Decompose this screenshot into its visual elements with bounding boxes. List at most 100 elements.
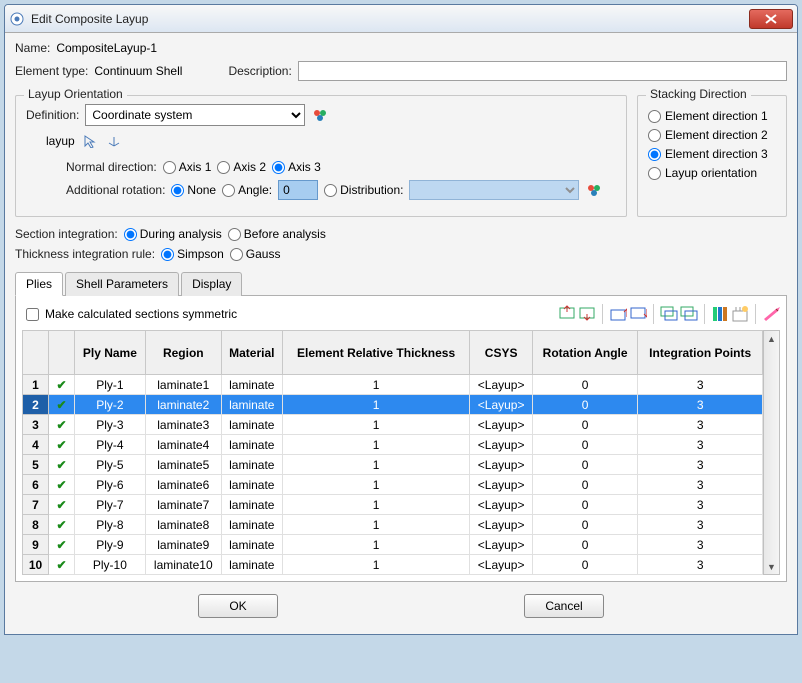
- stacking-opt1-radio[interactable]: Element direction 1: [648, 109, 776, 123]
- table-scrollbar[interactable]: ▲ ▼: [763, 330, 780, 575]
- datum-axes-icon[interactable]: [105, 132, 123, 150]
- cell-plyname[interactable]: Ply-3: [75, 415, 146, 435]
- ply-table[interactable]: Ply Name Region Material Element Relativ…: [22, 330, 763, 575]
- cell-intpts[interactable]: 3: [638, 515, 763, 535]
- cell-plyname[interactable]: Ply-7: [75, 495, 146, 515]
- table-row[interactable]: 3✔Ply-3laminate3laminate1<Layup>03: [23, 415, 763, 435]
- cell-intpts[interactable]: 3: [638, 455, 763, 475]
- row-number[interactable]: 4: [23, 435, 49, 455]
- cell-region[interactable]: laminate4: [145, 435, 221, 455]
- definition-select[interactable]: Coordinate system: [85, 104, 305, 126]
- cell-angle[interactable]: 0: [532, 435, 637, 455]
- cell-plyname[interactable]: Ply-9: [75, 535, 146, 555]
- cell-angle[interactable]: 0: [532, 415, 637, 435]
- cell-plyname[interactable]: Ply-4: [75, 435, 146, 455]
- cell-material[interactable]: laminate: [221, 495, 282, 515]
- col-csys[interactable]: CSYS: [470, 331, 533, 375]
- cell-angle[interactable]: 0: [532, 535, 637, 555]
- axis2-radio[interactable]: Axis 2: [217, 160, 266, 174]
- row-number[interactable]: 3: [23, 415, 49, 435]
- table-row[interactable]: 6✔Ply-6laminate6laminate1<Layup>03: [23, 475, 763, 495]
- cell-csys[interactable]: <Layup>: [470, 375, 533, 395]
- cell-thickness[interactable]: 1: [282, 415, 470, 435]
- row-check[interactable]: ✔: [49, 435, 75, 455]
- description-input[interactable]: [298, 61, 787, 81]
- distribution-color-icon[interactable]: [585, 181, 603, 199]
- insert-after-icon[interactable]: [578, 305, 596, 323]
- cell-material[interactable]: laminate: [221, 375, 282, 395]
- rotation-angle-input[interactable]: [278, 180, 318, 200]
- row-number[interactable]: 8: [23, 515, 49, 535]
- cell-csys[interactable]: <Layup>: [470, 395, 533, 415]
- symmetric-checkbox[interactable]: Make calculated sections symmetric: [22, 305, 237, 324]
- delete-ply-icon[interactable]: [762, 305, 780, 323]
- row-number[interactable]: 5: [23, 455, 49, 475]
- cell-plyname[interactable]: Ply-6: [75, 475, 146, 495]
- axis1-radio[interactable]: Axis 1: [163, 160, 212, 174]
- col-angle[interactable]: Rotation Angle: [532, 331, 637, 375]
- scroll-down-icon[interactable]: ▼: [764, 559, 779, 574]
- col-thickness[interactable]: Element Relative Thickness: [282, 331, 470, 375]
- row-number[interactable]: 9: [23, 535, 49, 555]
- row-check[interactable]: ✔: [49, 535, 75, 555]
- row-number[interactable]: 7: [23, 495, 49, 515]
- col-plyname[interactable]: Ply Name: [75, 331, 146, 375]
- row-number[interactable]: 2: [23, 395, 49, 415]
- col-region[interactable]: Region: [145, 331, 221, 375]
- cell-thickness[interactable]: 1: [282, 435, 470, 455]
- rotation-distribution-radio[interactable]: Distribution:: [324, 183, 403, 197]
- pattern-icon[interactable]: [711, 305, 729, 323]
- ok-button[interactable]: OK: [198, 594, 278, 618]
- row-check[interactable]: ✔: [49, 475, 75, 495]
- cell-csys[interactable]: <Layup>: [470, 495, 533, 515]
- tab-plies[interactable]: Plies: [15, 272, 63, 296]
- row-check[interactable]: ✔: [49, 375, 75, 395]
- row-check[interactable]: ✔: [49, 495, 75, 515]
- cell-region[interactable]: laminate6: [145, 475, 221, 495]
- cell-region[interactable]: laminate8: [145, 515, 221, 535]
- cell-csys[interactable]: <Layup>: [470, 455, 533, 475]
- cell-thickness[interactable]: 1: [282, 535, 470, 555]
- cell-csys[interactable]: <Layup>: [470, 475, 533, 495]
- row-number[interactable]: 6: [23, 475, 49, 495]
- cell-thickness[interactable]: 1: [282, 555, 470, 575]
- cell-csys[interactable]: <Layup>: [470, 435, 533, 455]
- cell-material[interactable]: laminate: [221, 435, 282, 455]
- table-row[interactable]: 10✔Ply-10laminate10laminate1<Layup>03: [23, 555, 763, 575]
- row-check[interactable]: ✔: [49, 415, 75, 435]
- row-check[interactable]: ✔: [49, 515, 75, 535]
- cancel-button[interactable]: Cancel: [524, 594, 604, 618]
- row-check[interactable]: ✔: [49, 395, 75, 415]
- insert-before-icon[interactable]: [558, 305, 576, 323]
- cell-material[interactable]: laminate: [221, 415, 282, 435]
- move-down-icon[interactable]: [629, 305, 647, 323]
- cell-plyname[interactable]: Ply-1: [75, 375, 146, 395]
- cell-intpts[interactable]: 3: [638, 375, 763, 395]
- cell-region[interactable]: laminate10: [145, 555, 221, 575]
- cell-angle[interactable]: 0: [532, 495, 637, 515]
- cell-region[interactable]: laminate7: [145, 495, 221, 515]
- close-button[interactable]: [749, 9, 793, 29]
- cell-csys[interactable]: <Layup>: [470, 415, 533, 435]
- cell-angle[interactable]: 0: [532, 555, 637, 575]
- cell-intpts[interactable]: 3: [638, 475, 763, 495]
- row-number[interactable]: 10: [23, 555, 49, 575]
- cell-angle[interactable]: 0: [532, 475, 637, 495]
- read-file-icon[interactable]: [731, 305, 749, 323]
- cell-csys[interactable]: <Layup>: [470, 515, 533, 535]
- cell-material[interactable]: laminate: [221, 515, 282, 535]
- cell-region[interactable]: laminate9: [145, 535, 221, 555]
- cell-csys[interactable]: <Layup>: [470, 555, 533, 575]
- cell-intpts[interactable]: 3: [638, 395, 763, 415]
- rotation-angle-radio[interactable]: Angle:: [222, 183, 272, 197]
- cell-plyname[interactable]: Ply-2: [75, 395, 146, 415]
- cell-angle[interactable]: 0: [532, 455, 637, 475]
- table-row[interactable]: 4✔Ply-4laminate4laminate1<Layup>03: [23, 435, 763, 455]
- copy-ply-icon[interactable]: [660, 305, 678, 323]
- cell-thickness[interactable]: 1: [282, 455, 470, 475]
- cell-angle[interactable]: 0: [532, 515, 637, 535]
- cell-angle[interactable]: 0: [532, 395, 637, 415]
- cell-region[interactable]: laminate2: [145, 395, 221, 415]
- during-analysis-radio[interactable]: During analysis: [124, 227, 222, 241]
- paste-ply-icon[interactable]: [680, 305, 698, 323]
